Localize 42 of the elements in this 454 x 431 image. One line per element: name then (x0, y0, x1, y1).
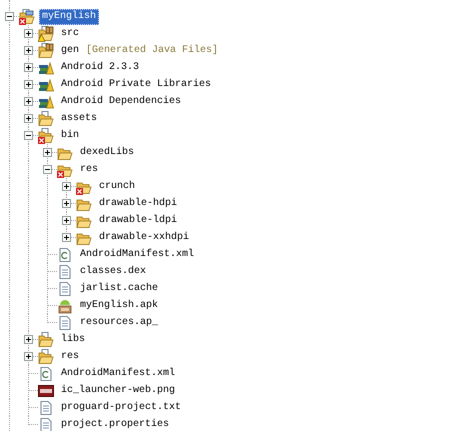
tree-item-label[interactable]: assets (58, 110, 100, 126)
tree-item-label[interactable]: crunch (96, 178, 138, 194)
tree-item-label[interactable]: gen (58, 42, 82, 58)
expand-toggle[interactable] (24, 335, 33, 344)
expand-toggle[interactable] (62, 216, 71, 225)
tree-item-label[interactable]: proguard-project.txt (58, 400, 184, 416)
tree-item-label[interactable]: res (77, 162, 102, 178)
tree-item-label[interactable]: drawable-xxhdpi (96, 230, 192, 246)
tree-item-label[interactable]: jarlist.cache (77, 280, 162, 296)
tree-item-label[interactable]: ic_launcher-web.png (58, 382, 178, 398)
expand-toggle[interactable] (24, 114, 33, 123)
tree-item-label[interactable]: src (58, 26, 82, 42)
tree-item-label[interactable]: myEnglish.apk (77, 298, 162, 314)
tree-item-label[interactable]: drawable-hdpi (96, 196, 180, 212)
expand-toggle[interactable] (24, 352, 33, 361)
expand-toggle[interactable] (24, 63, 33, 72)
tree-item-label[interactable]: project.properties (58, 416, 172, 431)
expand-toggle[interactable] (62, 233, 71, 242)
expand-toggle[interactable] (62, 182, 71, 191)
tree-item-label[interactable]: res (58, 348, 82, 364)
tree-item-label[interactable]: Android Dependencies (58, 94, 184, 110)
expand-toggle[interactable] (24, 46, 33, 55)
tree-item-label[interactable]: bin (58, 128, 82, 144)
expand-toggle[interactable] (43, 148, 52, 157)
tree-item-label[interactable]: drawable-ldpi (96, 212, 180, 228)
expand-toggle[interactable] (5, 12, 14, 21)
expand-toggle[interactable] (62, 199, 71, 208)
label-decoration: [Generated Java Files] (86, 45, 218, 56)
expand-toggle[interactable] (24, 97, 33, 106)
tree-item-label[interactable]: AndroidManifest.xml (77, 246, 198, 262)
tree-item-label[interactable]: Android 2.3.3 (58, 60, 142, 76)
tree-item-label[interactable]: dexedLibs (77, 144, 138, 160)
tree-item-label[interactable]: classes.dex (77, 264, 150, 280)
tree-item-label[interactable]: Android Private Libraries (58, 76, 214, 92)
tree-item-label[interactable]: resources.ap_ (77, 314, 162, 330)
expand-toggle[interactable] (24, 131, 33, 140)
tree-item-label[interactable]: libs (58, 332, 88, 348)
tree-item-label[interactable]: AndroidManifest.xml (58, 366, 178, 382)
tree-item-label[interactable]: myEnglish (39, 8, 100, 24)
expand-toggle[interactable] (43, 165, 52, 174)
expand-toggle[interactable] (24, 80, 33, 89)
expand-toggle[interactable] (24, 29, 33, 38)
